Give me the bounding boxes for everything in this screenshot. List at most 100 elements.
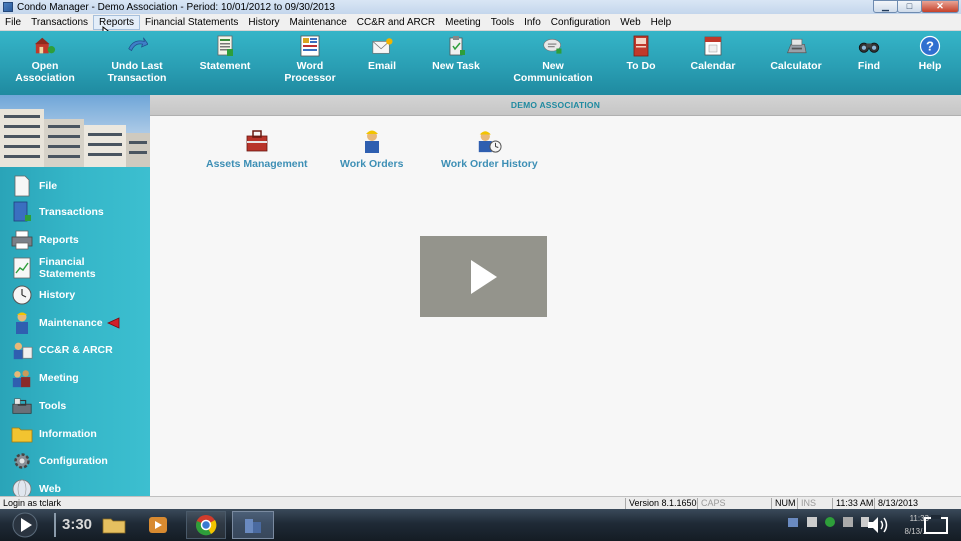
open-association-label-2: Association bbox=[15, 72, 75, 84]
sidebar-item-label: Tools bbox=[39, 400, 67, 412]
undo-last-transaction-button[interactable]: Undo Last Transaction bbox=[102, 31, 172, 95]
assets-management-button[interactable]: Assets Management bbox=[206, 128, 308, 170]
menu-history[interactable]: History bbox=[243, 15, 284, 30]
transactions-icon bbox=[11, 201, 33, 223]
progress-marker[interactable] bbox=[54, 513, 56, 537]
play-button[interactable] bbox=[0, 511, 50, 539]
printer-icon bbox=[11, 229, 33, 251]
tray-security-icon[interactable] bbox=[825, 517, 835, 527]
sidebar-item-label: History bbox=[39, 289, 76, 301]
sidebar-item-reports[interactable]: Reports bbox=[11, 229, 79, 251]
calculator-icon bbox=[785, 35, 807, 57]
menu-help[interactable]: Help bbox=[646, 15, 677, 30]
menu-maintenance[interactable]: Maintenance bbox=[285, 15, 352, 30]
menu-transactions[interactable]: Transactions bbox=[26, 15, 93, 30]
window-controls: ▁ □ ✕ bbox=[873, 0, 959, 13]
statement-icon bbox=[214, 35, 236, 57]
menu-reports[interactable]: Reports bbox=[93, 14, 141, 30]
sidebar-item-label: Transactions bbox=[39, 206, 104, 218]
status-ins: INS bbox=[797, 498, 816, 509]
work-order-history-button[interactable]: Work Order History bbox=[441, 128, 538, 170]
taskbar-chrome[interactable] bbox=[186, 511, 226, 539]
todo-button[interactable]: To Do bbox=[620, 31, 662, 95]
sidebar-item-meeting[interactable]: Meeting bbox=[11, 367, 79, 389]
minimize-button[interactable]: ▁ bbox=[873, 0, 898, 13]
binoculars-icon bbox=[858, 35, 880, 57]
work-orders-label: Work Orders bbox=[340, 158, 404, 170]
active-arrow-icon bbox=[106, 317, 120, 329]
menu-meeting[interactable]: Meeting bbox=[440, 15, 486, 30]
new-communication-icon bbox=[542, 35, 564, 57]
menu-financial-statements[interactable]: Financial Statements bbox=[140, 15, 243, 30]
undo-label-2: Transaction bbox=[107, 72, 167, 84]
sidebar-item-history[interactable]: History bbox=[11, 284, 75, 306]
work-orders-icon bbox=[359, 128, 385, 154]
building-photo bbox=[0, 95, 150, 167]
worker-icon bbox=[11, 312, 33, 334]
menu-ccr-arcr[interactable]: CC&R and ARCR bbox=[352, 15, 440, 30]
close-button[interactable]: ✕ bbox=[921, 0, 959, 13]
taskbar: 3:30 11:33 8/13/... bbox=[0, 509, 961, 541]
toolbar: Open Association Undo Last Transaction S… bbox=[0, 31, 961, 95]
word-processor-button[interactable]: Word Processor bbox=[280, 31, 340, 95]
status-bar: Login as tclark Version 8.1.1650 CAPS NU… bbox=[0, 496, 961, 509]
tray-app-icon[interactable] bbox=[807, 517, 817, 527]
taskbar-condo-manager[interactable] bbox=[232, 511, 274, 539]
find-button[interactable]: Find bbox=[850, 31, 888, 95]
globe-icon bbox=[11, 478, 33, 496]
work-orders-button[interactable]: Work Orders bbox=[340, 128, 403, 170]
sidebar-item-ccr-arcr[interactable]: CC&R & ARCR bbox=[11, 339, 113, 361]
menu-configuration[interactable]: Configuration bbox=[546, 15, 615, 30]
calculator-button[interactable]: Calculator bbox=[765, 31, 827, 95]
app-icon bbox=[3, 2, 13, 12]
email-button[interactable]: Email bbox=[358, 31, 406, 95]
sidebar-item-information[interactable]: Information bbox=[11, 423, 97, 445]
open-association-icon bbox=[34, 35, 56, 57]
menu-tools[interactable]: Tools bbox=[486, 15, 519, 30]
menu-web[interactable]: Web bbox=[615, 15, 645, 30]
taskbar-explorer[interactable] bbox=[98, 511, 130, 539]
taskbar-media-player[interactable] bbox=[142, 511, 174, 539]
new-communication-button[interactable]: New Communication bbox=[507, 31, 599, 95]
calculator-label: Calculator bbox=[770, 60, 822, 72]
svg-text:?: ? bbox=[926, 39, 934, 54]
elapsed-time: 3:30 bbox=[62, 516, 93, 533]
sidebar-item-label: Financial bbox=[39, 256, 85, 268]
sidebar-item-label: Meeting bbox=[39, 372, 79, 384]
calendar-icon bbox=[702, 35, 724, 57]
word-processor-label-2: Processor bbox=[284, 72, 336, 84]
status-time: 11:33 AM bbox=[832, 498, 873, 509]
todo-icon bbox=[630, 35, 652, 57]
new-task-button[interactable]: New Task bbox=[428, 31, 484, 95]
tray-network-icon[interactable] bbox=[788, 517, 798, 527]
calendar-button[interactable]: Calendar bbox=[686, 31, 740, 95]
media-player-icon bbox=[149, 517, 167, 533]
open-association-button[interactable]: Open Association bbox=[12, 31, 78, 95]
condo-manager-icon bbox=[245, 519, 261, 533]
volume-icon[interactable] bbox=[866, 515, 892, 535]
statement-button[interactable]: Statement bbox=[197, 31, 253, 95]
sidebar-item-financial-statements[interactable]: Financial Statements bbox=[11, 256, 96, 280]
tray-flag-icon[interactable] bbox=[843, 517, 853, 527]
maximize-button[interactable]: □ bbox=[897, 0, 922, 13]
status-date: 8/13/2013 bbox=[874, 498, 918, 509]
sidebar-item-web[interactable]: Web bbox=[11, 478, 61, 496]
sidebar-item-transactions[interactable]: Transactions bbox=[11, 201, 104, 223]
video-play-overlay[interactable] bbox=[420, 236, 547, 317]
help-button[interactable]: ? Help bbox=[912, 31, 948, 95]
sidebar-item-file[interactable]: File bbox=[11, 175, 57, 197]
sidebar: File Transactions Reports Financial Stat… bbox=[0, 95, 150, 496]
gear-icon bbox=[11, 450, 33, 472]
menu-file[interactable]: File bbox=[0, 15, 26, 30]
sidebar-item-tools[interactable]: Tools bbox=[11, 395, 66, 417]
menu-info[interactable]: Info bbox=[519, 15, 546, 30]
new-task-icon bbox=[445, 35, 467, 57]
folder-icon bbox=[102, 518, 126, 534]
sidebar-item-label: Configuration bbox=[39, 455, 108, 467]
sidebar-item-maintenance[interactable]: Maintenance bbox=[11, 312, 120, 334]
status-num: NUM bbox=[771, 498, 796, 509]
status-login: Login as tclark bbox=[3, 498, 62, 508]
sidebar-item-label: Reports bbox=[39, 234, 79, 246]
fullscreen-icon[interactable] bbox=[922, 514, 950, 536]
sidebar-item-configuration[interactable]: Configuration bbox=[11, 450, 108, 472]
